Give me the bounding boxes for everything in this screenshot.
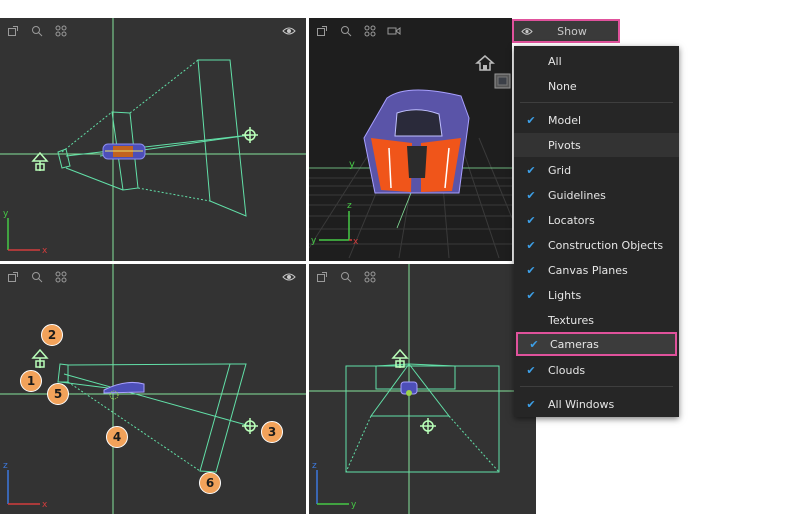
- callout-2: 2: [41, 324, 63, 346]
- axis-gizmo-top: y x: [3, 209, 48, 256]
- car-model-top: [102, 143, 146, 160]
- maximize-icon[interactable]: [2, 20, 24, 42]
- search-icon[interactable]: [26, 266, 48, 288]
- axis-label-y: y: [311, 236, 317, 246]
- check-icon: ✔: [526, 188, 536, 202]
- camera-locator-front: [242, 418, 258, 434]
- axis-gizmo-side: z y: [312, 461, 357, 510]
- viewport-side[interactable]: z y: [309, 264, 536, 514]
- frame-icon[interactable]: [359, 266, 381, 288]
- menu-item-all-windows[interactable]: ✔ All Windows: [514, 392, 679, 416]
- frame-icon[interactable]: [50, 266, 72, 288]
- svg-text:y: y: [349, 159, 355, 170]
- show-menu-title: Show: [557, 24, 587, 38]
- callout-4: 4: [106, 426, 128, 448]
- menu-item-none[interactable]: None: [514, 74, 679, 98]
- menu-item-all[interactable]: All: [514, 49, 679, 73]
- axis-gizmo-front: z x: [3, 461, 48, 510]
- viewport-toolbar-side: [309, 264, 536, 290]
- check-icon: ✔: [526, 113, 536, 127]
- menu-separator: [520, 386, 673, 387]
- viewport-front[interactable]: z x 1 2 3 4 5 6: [0, 264, 306, 514]
- maximize-icon[interactable]: [311, 266, 333, 288]
- menu-item-clouds[interactable]: ✔ Clouds: [514, 358, 679, 382]
- check-icon: ✔: [526, 263, 536, 277]
- check-icon: ✔: [526, 163, 536, 177]
- callout-3: 3: [261, 421, 283, 443]
- menu-item-pivots[interactable]: Pivots: [514, 133, 679, 157]
- camera-up-arrow-top: [31, 151, 49, 171]
- axis-label-x: x: [353, 237, 359, 247]
- camera-locator-side: [420, 418, 436, 434]
- front-view-scene: z x: [0, 264, 306, 514]
- viewport-toolbar-top: [0, 18, 306, 44]
- car-model-side: [400, 381, 418, 396]
- view-cube-icon[interactable]: [493, 72, 512, 90]
- menu-item-cameras[interactable]: ✔ Cameras: [516, 332, 677, 356]
- show-menu: All None ✔ Model Pivots ✔ Grid ✔ Guidelines…: [514, 46, 679, 417]
- camera-locator-top: [242, 127, 258, 143]
- menu-item-textures[interactable]: Textures: [514, 308, 679, 332]
- viewport-perspective[interactable]: z y x y: [309, 18, 512, 261]
- axis-label-z: z: [347, 201, 352, 211]
- frame-icon[interactable]: [50, 20, 72, 42]
- callout-5: 5: [47, 383, 69, 405]
- search-icon[interactable]: [26, 20, 48, 42]
- menu-item-construction-objects[interactable]: ✔ Construction Objects: [514, 233, 679, 257]
- menu-item-locators[interactable]: ✔ Locators: [514, 208, 679, 232]
- axis-label-y: y: [351, 500, 357, 510]
- viewport-toolbar-front: [0, 264, 306, 290]
- camera-icon[interactable]: [383, 20, 405, 42]
- eye-icon: [514, 27, 540, 36]
- check-icon: ✔: [529, 337, 539, 351]
- maximize-icon[interactable]: [2, 266, 24, 288]
- car-model-front: [103, 382, 145, 400]
- callout-6: 6: [199, 472, 221, 494]
- search-icon[interactable]: [335, 20, 357, 42]
- maximize-icon[interactable]: [311, 20, 333, 42]
- axis-label-z: z: [312, 461, 317, 471]
- search-icon[interactable]: [335, 266, 357, 288]
- viewport-toolbar-perspective: [309, 18, 512, 44]
- viewport-top[interactable]: y x: [0, 18, 306, 261]
- show-menu-button[interactable]: Show: [512, 19, 620, 43]
- menu-item-grid[interactable]: ✔ Grid: [514, 158, 679, 182]
- check-icon: ✔: [526, 397, 536, 411]
- top-view-scene: y x: [0, 18, 306, 261]
- home-icon[interactable]: [475, 54, 495, 72]
- menu-item-guidelines[interactable]: ✔ Guidelines: [514, 183, 679, 207]
- check-icon: ✔: [526, 213, 536, 227]
- eye-icon[interactable]: [278, 266, 300, 288]
- menu-separator: [520, 102, 673, 103]
- frame-icon[interactable]: [359, 20, 381, 42]
- check-icon: ✔: [526, 288, 536, 302]
- menu-item-model[interactable]: ✔ Model: [514, 108, 679, 132]
- axis-label-x: x: [42, 246, 48, 256]
- eye-icon[interactable]: [278, 20, 300, 42]
- check-icon: ✔: [526, 363, 536, 377]
- axis-label-y: y: [3, 209, 9, 219]
- side-view-scene: z y: [309, 264, 536, 514]
- axis-label-x: x: [42, 500, 48, 510]
- menu-item-lights[interactable]: ✔ Lights: [514, 283, 679, 307]
- axis-label-z: z: [3, 461, 8, 471]
- menu-item-canvas-planes[interactable]: ✔ Canvas Planes: [514, 258, 679, 282]
- car-model-perspective: [363, 89, 470, 194]
- camera-up-arrow-front: [31, 348, 49, 368]
- check-icon: ✔: [526, 238, 536, 252]
- callout-1: 1: [20, 370, 42, 392]
